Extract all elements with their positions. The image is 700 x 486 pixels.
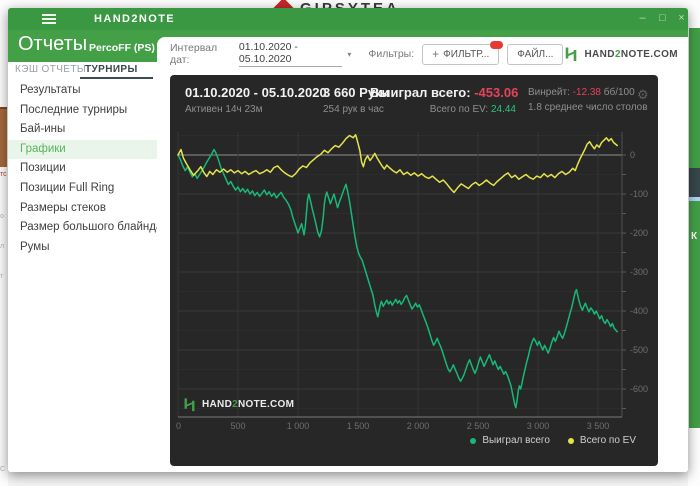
background-app-title: GIPSYTEA	[300, 0, 400, 8]
background-text-fragment: С	[0, 466, 6, 473]
svg-text:500: 500	[230, 421, 245, 431]
legend-item-ev[interactable]: Всего по EV	[567, 435, 636, 446]
legend-item-won[interactable]: Выиграл всего	[470, 435, 550, 446]
background-window-left: тс о л т С	[0, 8, 8, 486]
ev-total-label: Всего по EV:	[429, 104, 491, 115]
chart-panel: 0 -100 -200 -300 -400 -500 -600 0 500 1 000 1 500 2…	[170, 75, 658, 466]
stat-winrate: Винрейт: -12.38 бб/100 1.8 среднее число…	[528, 87, 648, 113]
winrate-units: бб/100	[600, 87, 635, 98]
maximize-button[interactable]: □	[655, 12, 670, 24]
hand2note-logo: HAND2NOTE.COM	[563, 46, 678, 62]
sidebar-item-buyins[interactable]: Бай-ины	[8, 120, 157, 140]
player-name: PercoFF (PS)	[89, 42, 155, 54]
filter-badge	[490, 40, 504, 49]
window-title: HAND2NOTE	[94, 13, 176, 25]
close-button[interactable]: ×	[674, 12, 688, 24]
svg-text:-600: -600	[630, 384, 648, 394]
svg-text:3 000: 3 000	[527, 421, 550, 431]
sidebar-item-positions[interactable]: Позиции	[8, 159, 157, 179]
date-interval-label: Интервал дат:	[170, 42, 218, 66]
legend-label-ev: Всего по EV	[579, 435, 636, 446]
background-image-sliver	[0, 107, 7, 167]
gear-icon[interactable]: ⚙	[637, 87, 649, 103]
winrate-label: Винрейт:	[528, 87, 573, 98]
hamburger-menu-icon[interactable]	[42, 14, 56, 24]
sidebar-item-rooms[interactable]: Румы	[8, 238, 157, 258]
stat-period: 01.10.2020 - 05.10.2020 Активен 14ч 23м	[185, 85, 327, 115]
screen: GIPSYTEA тс о л т С К HAND2NOTE – □ × От…	[0, 0, 700, 486]
add-filter-button[interactable]: + ФИЛЬТР...	[422, 40, 504, 65]
plus-icon: +	[432, 47, 440, 61]
sidebar: КЭШ ОТЧЕТЫ ТУРНИРЫ Результаты Последние …	[8, 62, 162, 472]
hand2note-logo-icon	[566, 47, 577, 61]
chart-watermark: HAND2NOTE.COM	[182, 397, 294, 412]
toolbar: Интервал дат: 01.10.2020 - 05.10.2020 ▾ …	[157, 37, 688, 71]
svg-text:3 500: 3 500	[587, 421, 610, 431]
svg-text:2 500: 2 500	[467, 421, 490, 431]
ev-total-value: 24.44	[490, 104, 516, 115]
active-tab-underline	[80, 77, 153, 79]
svg-text:2 000: 2 000	[407, 421, 430, 431]
background-dark-strip	[689, 168, 700, 197]
tab-cash-reports[interactable]: КЭШ ОТЧЕТЫ	[15, 64, 86, 75]
sidebar-item-positions-full-ring[interactable]: Позиции Full Ring	[8, 179, 157, 199]
svg-text:-200: -200	[630, 228, 648, 238]
svg-text:1 000: 1 000	[287, 421, 310, 431]
won-total-label: Выиграл всего:	[370, 85, 475, 100]
svg-text:-100: -100	[630, 189, 648, 199]
background-text-fragment: т	[0, 273, 4, 280]
background-text-fragment: тс	[0, 171, 7, 178]
winrate-value: -12.38	[572, 87, 601, 98]
svg-text:0: 0	[630, 150, 635, 160]
sidebar-item-stack-sizes[interactable]: Размеры стеков	[8, 199, 157, 219]
page-title: Отчеты	[18, 33, 88, 55]
sidebar-item-big-blind-size[interactable]: Размер большого блайнда	[8, 218, 162, 238]
svg-text:-500: -500	[630, 345, 648, 355]
legend-label-won: Выиграл всего	[482, 435, 550, 446]
avg-tables: 1.8 среднее число столов	[528, 102, 648, 113]
file-button-label: ФАЙЛ...	[517, 48, 554, 60]
svg-text:0: 0	[176, 421, 181, 431]
stat-period-range: 01.10.2020 - 05.10.2020	[185, 85, 327, 100]
player-selector[interactable]: PercoFF (PS)▾	[89, 42, 162, 54]
sidebar-menu: Результаты Последние турниры Бай-ины Гра…	[8, 81, 162, 258]
background-letter: К	[691, 231, 698, 242]
sidebar-item-recent-tournaments[interactable]: Последние турниры	[8, 101, 157, 121]
legend-dot-ev	[567, 437, 574, 444]
sidebar-item-results[interactable]: Результаты	[8, 81, 157, 101]
sidebar-item-graphs[interactable]: Графики	[8, 139, 157, 160]
app-window: HAND2NOTE – □ × Отчеты PercoFF (PS)▾ КЭШ…	[8, 8, 688, 472]
won-total-value: -453.06	[474, 85, 519, 100]
svg-text:1 500: 1 500	[347, 421, 370, 431]
date-range-picker[interactable]: 01.10.2020 - 05.10.2020	[238, 41, 343, 67]
stat-won: Выиграл всего: -453.06 Всего по EV: 24.4…	[370, 85, 519, 115]
background-window-top: GIPSYTEA	[0, 0, 700, 8]
file-button[interactable]: ФАЙЛ...	[507, 43, 564, 65]
legend-dot-won	[470, 437, 477, 444]
chevron-down-icon[interactable]: ▾	[347, 50, 351, 59]
background-text-fragment: о	[0, 213, 4, 220]
add-filter-label: ФИЛЬТР...	[443, 48, 490, 60]
stat-active-time: Активен 14ч 23м	[185, 104, 263, 115]
svg-text:-400: -400	[630, 306, 648, 316]
content-card: Интервал дат: 01.10.2020 - 05.10.2020 ▾ …	[157, 37, 688, 472]
hand2note-watermark-icon	[184, 398, 195, 412]
background-app-logo	[272, 0, 295, 8]
background-text-fragment: л	[0, 243, 5, 250]
filters-label: Фильтры:	[368, 48, 415, 60]
background-window-right: К	[688, 0, 700, 486]
svg-text:-300: -300	[630, 267, 648, 277]
background-green-strip	[689, 28, 700, 168]
chart-legend: Выиграл всего Всего по EV	[170, 435, 636, 446]
tab-tournaments[interactable]: ТУРНИРЫ	[85, 64, 138, 75]
minimize-button[interactable]: –	[635, 12, 650, 24]
titlebar: HAND2NOTE – □ ×	[8, 8, 688, 30]
